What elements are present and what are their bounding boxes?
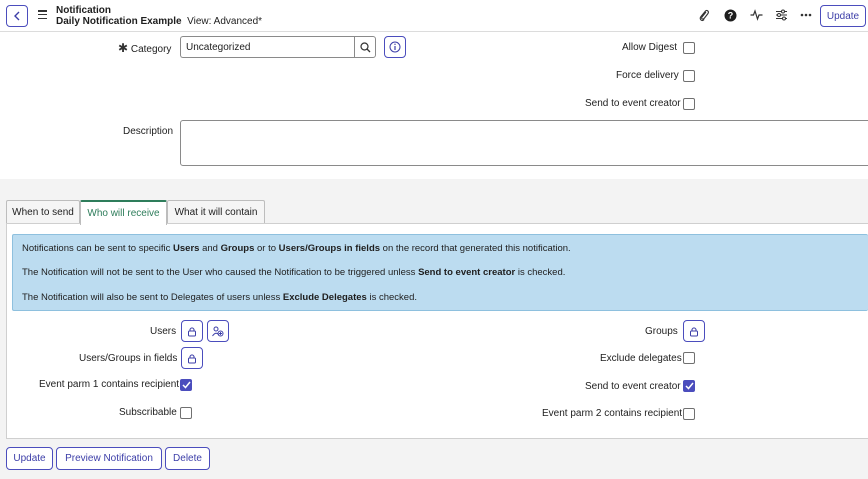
category-label: ✱ Category: [118, 41, 172, 55]
send-to-event-creator-label-top: Send to event creator: [585, 98, 681, 109]
more-options-icon[interactable]: [799, 8, 813, 22]
lock-icon: [188, 326, 196, 336]
record-name: Daily Notification Example: [56, 16, 182, 27]
form-header: Notification Daily Notification Example …: [0, 0, 868, 32]
force-delivery-checkbox[interactable]: [683, 70, 695, 82]
event-parm1-label: Event parm 1 contains recipient: [39, 379, 180, 390]
lock-icon: [690, 326, 698, 336]
subscribable-checkbox[interactable]: [180, 407, 192, 419]
info-icon: [389, 41, 401, 53]
send-to-event-creator-label: Send to event creator: [585, 381, 681, 392]
back-button[interactable]: [6, 5, 28, 27]
info-message: Notifications can be sent to specific Us…: [12, 234, 868, 311]
allow-digest-checkbox[interactable]: [683, 42, 695, 54]
category-field[interactable]: [180, 36, 355, 58]
view-label[interactable]: View: Advanced*: [187, 16, 262, 27]
form-type-title: Notification: [56, 5, 111, 16]
settings-sliders-icon[interactable]: [774, 8, 788, 22]
category-lookup-button[interactable]: [354, 36, 376, 58]
preview-notification-button[interactable]: Preview Notification: [56, 447, 162, 470]
info-line-1: Notifications can be sent to specific Us…: [22, 243, 571, 254]
subscribable-label: Subscribable: [119, 407, 177, 418]
update-button[interactable]: Update: [6, 447, 53, 470]
allow-digest-label: Allow Digest: [622, 42, 678, 53]
checkmark-icon: [684, 382, 694, 390]
event-parm1-checkbox[interactable]: [180, 379, 192, 391]
help-icon[interactable]: ?: [723, 8, 737, 22]
info-line-2: The Notification will not be sent to the…: [22, 267, 566, 278]
description-field[interactable]: [180, 120, 868, 166]
event-parm2-checkbox[interactable]: [683, 408, 695, 420]
tab-what-it-will-contain[interactable]: What it will contain: [167, 200, 265, 224]
groups-label: Groups: [645, 326, 678, 337]
svg-text:?: ?: [727, 10, 733, 20]
users-groups-in-fields-label: Users/Groups in fields: [79, 353, 178, 364]
required-asterisk-icon: ✱: [118, 41, 129, 55]
users-label: Users: [150, 326, 177, 337]
page-title: Notification Daily Notification Example …: [56, 5, 262, 27]
add-user-icon: [212, 326, 224, 336]
description-label: Description: [123, 126, 174, 137]
info-line-3: The Notification will also be sent to De…: [22, 292, 417, 303]
delete-button[interactable]: Delete: [165, 447, 210, 470]
search-icon: [359, 41, 370, 52]
category-info-button[interactable]: [384, 36, 406, 58]
send-to-event-creator-checkbox-top[interactable]: [683, 98, 695, 110]
users-add-me-button[interactable]: [207, 320, 229, 342]
tab-when-to-send[interactable]: When to send: [6, 200, 80, 224]
tab-who-will-receive[interactable]: Who will receive: [80, 200, 167, 225]
users-groups-in-fields-unlock-button[interactable]: [181, 347, 203, 369]
force-delivery-label: Force delivery: [616, 70, 679, 81]
users-unlock-button[interactable]: [181, 320, 203, 342]
paperclip-icon[interactable]: [697, 8, 711, 22]
exclude-delegates-checkbox[interactable]: [683, 352, 695, 364]
activity-pulse-icon[interactable]: [749, 8, 763, 22]
checkmark-icon: [181, 381, 191, 389]
exclude-delegates-label: Exclude delegates: [600, 353, 682, 364]
event-parm2-label: Event parm 2 contains recipient: [542, 408, 683, 419]
groups-unlock-button[interactable]: [683, 320, 705, 342]
lock-icon: [188, 353, 196, 363]
send-to-event-creator-checkbox[interactable]: [683, 380, 695, 392]
chevron-left-icon: [14, 11, 20, 21]
update-button-header[interactable]: Update: [820, 5, 866, 27]
menu-icon[interactable]: [38, 10, 47, 19]
